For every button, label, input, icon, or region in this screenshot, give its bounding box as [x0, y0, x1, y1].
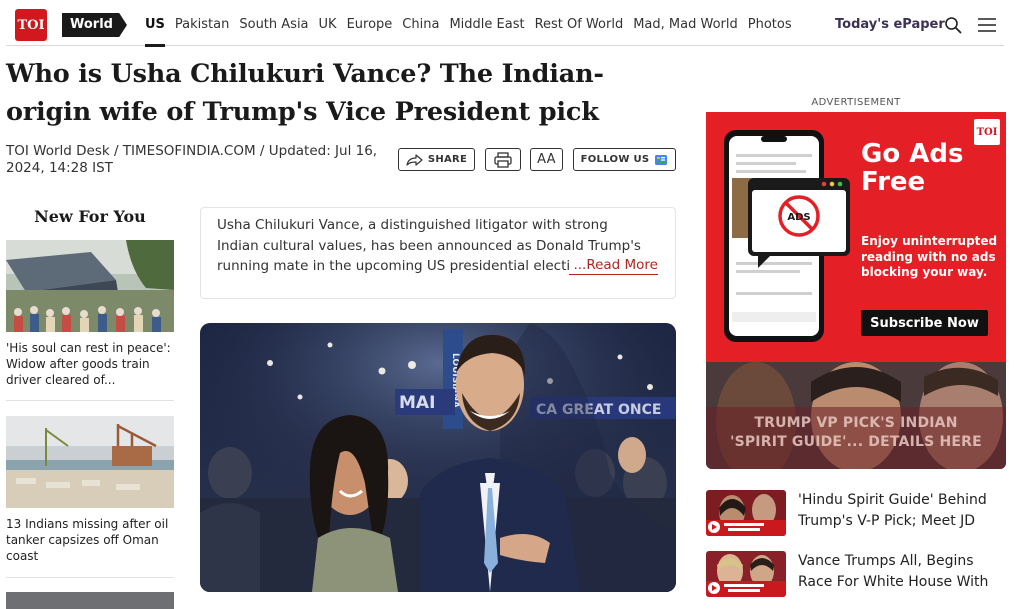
- article-summary-box: Usha Chilukuri Vance, a distinguished li…: [200, 207, 676, 299]
- read-more-label: Read More: [586, 257, 658, 273]
- nav-link-us[interactable]: US: [145, 4, 165, 47]
- svg-text:MAI: MAI: [399, 393, 435, 413]
- nav-link-europe[interactable]: Europe: [347, 4, 393, 46]
- new-for-you-item-text: 13 Indians missing after oil tanker caps…: [6, 517, 169, 563]
- article-hero-image[interactable]: LOUISIANA MAI CA GREAT ONCE: [200, 323, 676, 592]
- ads-badge-text: ADS: [787, 212, 810, 223]
- subscribe-now-button[interactable]: Subscribe Now: [861, 310, 988, 336]
- related-video-title: 'Hindu Spirit Guide' Behind Trump's V-P …: [798, 492, 987, 529]
- divider: [6, 577, 174, 578]
- top-nav: TOI World US Pakistan South Asia UK Euro…: [6, 4, 1004, 47]
- related-video-title: Vance Trumps All, Begins Race For White …: [798, 553, 989, 590]
- oil-tanker-thumbnail: [6, 416, 174, 508]
- nav-link-uk[interactable]: UK: [319, 4, 337, 46]
- print-button[interactable]: [485, 148, 521, 171]
- train-accident-thumbnail: [6, 240, 174, 332]
- printer-icon: [494, 151, 512, 168]
- nav-link-photos[interactable]: Photos: [748, 4, 792, 46]
- search-icon[interactable]: [944, 16, 962, 34]
- epaper-link[interactable]: Today's ePaper: [835, 17, 945, 32]
- read-more-link[interactable]: ...Read More: [569, 256, 658, 275]
- nav-link-middle-east[interactable]: Middle East: [449, 4, 524, 46]
- section-nav-links: US Pakistan South Asia UK Europe China M…: [145, 4, 802, 47]
- related-video-item[interactable]: Vance Trumps All, Begins Race For White …: [706, 551, 1006, 597]
- toi-logo[interactable]: TOI: [15, 9, 47, 41]
- share-label: SHARE: [427, 154, 468, 165]
- related-video-thumbnail: [706, 551, 786, 597]
- nav-link-pakistan[interactable]: Pakistan: [175, 4, 229, 46]
- vp-banner-line-2: 'SPIRIT GUIDE'... DETAILS HERE: [730, 434, 982, 450]
- related-video-thumbnail: [706, 490, 786, 536]
- nav-link-rest-of-world[interactable]: Rest Of World: [535, 4, 624, 46]
- vp-banner-line-1: TRUMP VP PICK'S INDIAN: [754, 415, 958, 431]
- phone-mockup-image: ADS: [724, 130, 850, 342]
- hamburger-menu-icon[interactable]: [977, 16, 997, 34]
- vp-banner-text: TRUMP VP PICK'S INDIAN 'SPIRIT GUIDE'...…: [706, 414, 1006, 452]
- share-arrow-icon: [406, 153, 423, 166]
- divider: [6, 400, 174, 401]
- related-video-item[interactable]: 'Hindu Spirit Guide' Behind Trump's V-P …: [706, 490, 1006, 536]
- follow-us-label: FOLLOW US: [580, 154, 650, 165]
- section-tag-world[interactable]: World: [62, 13, 127, 37]
- new-for-you-heading: New For You: [34, 207, 146, 226]
- story-thumbnail: [6, 592, 174, 609]
- share-button[interactable]: SHARE: [398, 148, 475, 171]
- new-for-you-item[interactable]: [6, 592, 174, 609]
- follow-us-button[interactable]: FOLLOW US: [573, 148, 676, 171]
- ad-subtext: Enjoy uninterrupted reading with no ads …: [861, 234, 998, 279]
- trump-vp-pick-video-banner[interactable]: TRUMP VP PICK'S INDIAN 'SPIRIT GUIDE'...…: [706, 362, 1006, 469]
- article-headline: Who is Usha Chilukuri Vance? The Indian-…: [6, 59, 604, 127]
- new-for-you-item[interactable]: 13 Indians missing after oil tanker caps…: [6, 416, 174, 564]
- new-for-you-item[interactable]: 'His soul can rest in peace': Widow afte…: [6, 240, 174, 388]
- google-news-icon: [655, 154, 668, 165]
- nav-link-mad-mad-world[interactable]: Mad, Mad World: [633, 4, 738, 46]
- nav-link-south-asia[interactable]: South Asia: [239, 4, 308, 46]
- font-size-button[interactable]: AA: [530, 148, 563, 171]
- article-byline: TOI World Desk / TIMESOFINDIA.COM / Upda…: [6, 143, 378, 176]
- ad-headline: Go Ads Free: [861, 139, 964, 197]
- go-ads-free-ad[interactable]: ADS TOI Go Ads Free Enjoy uninterrupted …: [706, 112, 1006, 362]
- read-more-ellipsis: ...: [573, 257, 587, 273]
- new-for-you-item-text: 'His soul can rest in peace': Widow afte…: [6, 341, 171, 387]
- nav-link-china[interactable]: China: [402, 4, 439, 46]
- font-size-label: AA: [537, 152, 556, 167]
- advertisement-label: ADVERTISEMENT: [811, 97, 901, 108]
